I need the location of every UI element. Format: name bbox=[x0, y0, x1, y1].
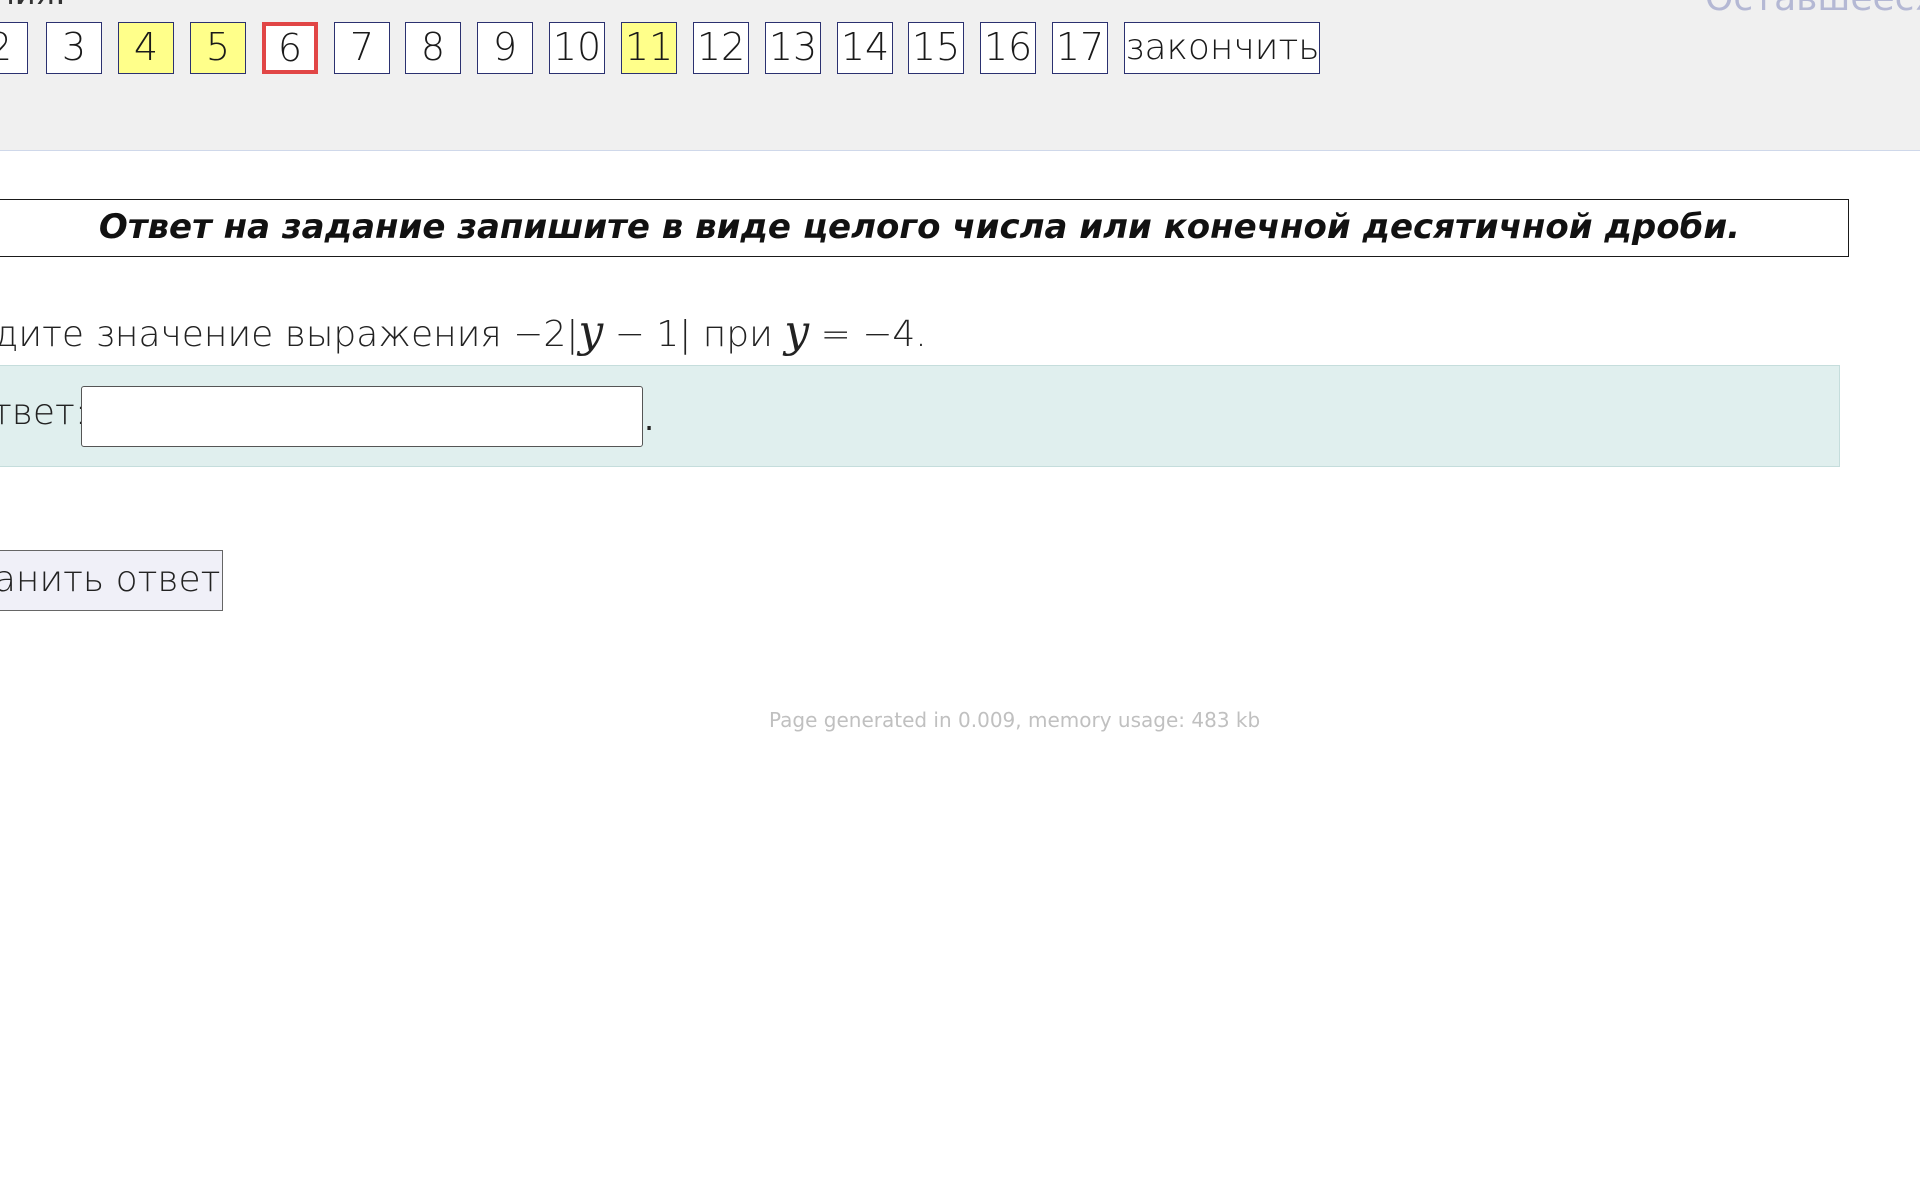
task-nav-button-4[interactable]: 4 bbox=[118, 22, 174, 74]
question-mid: − 1| при bbox=[603, 314, 785, 355]
task-nav-button-7[interactable]: 7 bbox=[334, 22, 390, 74]
question-variable: y bbox=[578, 306, 604, 357]
task-nav-button-8[interactable]: 8 bbox=[405, 22, 461, 74]
finish-button[interactable]: закончить bbox=[1124, 22, 1320, 74]
question-suffix: = −4. bbox=[809, 314, 927, 355]
tasks-label: ния: bbox=[0, 0, 66, 12]
task-nav-button-2[interactable]: 2 bbox=[0, 22, 28, 74]
task-nav-button-3[interactable]: 3 bbox=[46, 22, 102, 74]
task-nav-button-12[interactable]: 12 bbox=[693, 22, 749, 74]
answer-input[interactable] bbox=[81, 386, 643, 447]
question-variable-2: y bbox=[784, 306, 810, 357]
task-nav-button-6-current[interactable]: 6 bbox=[262, 22, 318, 74]
task-nav-button-11[interactable]: 11 bbox=[621, 22, 677, 74]
answer-dot: . bbox=[644, 400, 655, 438]
task-nav-button-9[interactable]: 9 bbox=[477, 22, 533, 74]
answer-label: твет: bbox=[0, 392, 87, 433]
top-navigation-bar: ния: Оставшееся 2 3 4 5 6 7 8 9 10 11 12… bbox=[0, 0, 1920, 151]
save-answer-button[interactable]: ранить ответ bbox=[0, 550, 223, 611]
question-prefix: дите значение выражения −2| bbox=[0, 314, 579, 355]
task-nav-button-15[interactable]: 15 bbox=[908, 22, 964, 74]
task-nav-button-14[interactable]: 14 bbox=[837, 22, 893, 74]
page-generated-footer: Page generated in 0.009, memory usage: 4… bbox=[769, 708, 1261, 732]
remaining-time-label: Оставшееся bbox=[1705, 0, 1920, 19]
task-nav-button-16[interactable]: 16 bbox=[980, 22, 1036, 74]
task-nav-button-10[interactable]: 10 bbox=[549, 22, 605, 74]
task-nav-button-13[interactable]: 13 bbox=[765, 22, 821, 74]
task-nav-button-5[interactable]: 5 bbox=[190, 22, 246, 74]
task-nav-button-17[interactable]: 17 bbox=[1052, 22, 1108, 74]
answer-instruction: Ответ на задание запишите в виде целого … bbox=[0, 199, 1849, 257]
question-text: дите значение выражения −2|y − 1| при y … bbox=[0, 306, 927, 357]
